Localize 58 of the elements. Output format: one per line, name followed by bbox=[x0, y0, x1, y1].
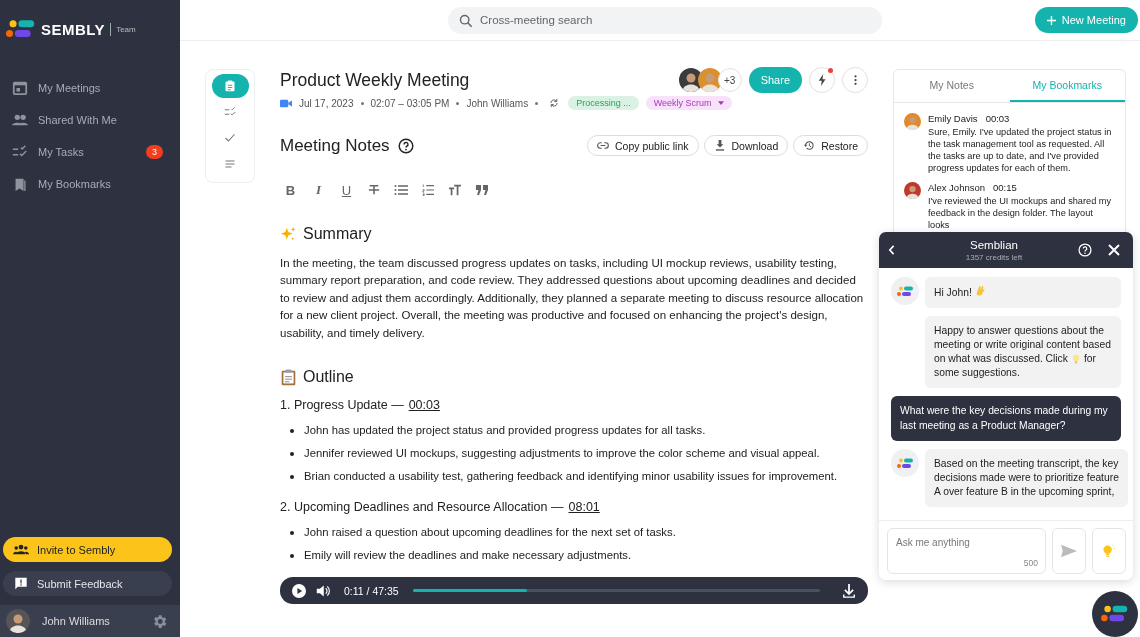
meeting-date: Jul 17, 2023 bbox=[299, 97, 354, 109]
message-text: meeting or write original content based bbox=[934, 338, 1111, 352]
meeting-title: Product Weekly Meeting bbox=[280, 69, 470, 91]
playback-time: 0:11 / 47:35 bbox=[344, 584, 399, 597]
summary-text: In the meeting, the team discussed progress updates on tasks, including UI mockup reviews, usability testing, summary report preparation, and code review. They addressed questions about upcoming deadlines and decided to review and adjust them accordingly. Additionally, they planned a separate meeting to discuss resource allocation for a new client project. Overall, the meeting was productive and focused on enhancing the project's design, usability, and timely delivery. bbox=[280, 256, 865, 341]
brand-name: SEMBLY bbox=[41, 22, 112, 36]
tag-dropdown[interactable]: Weekly Scrum bbox=[645, 96, 732, 110]
bullet-point: Emily will review the deadlines and make necessary adjustments. bbox=[290, 544, 868, 568]
meeting-time: 02:07 – 03:05 PM bbox=[370, 97, 450, 109]
speaker-name: Alex Johnson bbox=[928, 182, 986, 193]
panel-tab[interactable]: My Notes bbox=[894, 70, 1010, 102]
sidebar-item[interactable]: Shared With Me bbox=[0, 104, 180, 136]
participants-count[interactable]: +3 bbox=[717, 68, 742, 92]
sidebar-item[interactable]: My Tasks 3 bbox=[0, 136, 180, 168]
user-name: John Williams bbox=[42, 615, 111, 627]
character-limit: 500 bbox=[1023, 558, 1038, 568]
message-text: some suggestions. bbox=[934, 366, 1020, 380]
chat-title: Semblian bbox=[970, 238, 1018, 251]
notes-action-button[interactable]: Restore bbox=[793, 135, 868, 156]
plan-label: Team bbox=[116, 24, 136, 34]
search-field[interactable]: Cross-meeting search bbox=[448, 6, 882, 34]
meeting-owner: John Williams bbox=[466, 97, 529, 109]
credits-label: 1357 credits left bbox=[965, 252, 1023, 262]
message-text: decisions made were to prioritize feature bbox=[934, 471, 1119, 485]
bold-button[interactable]: B bbox=[283, 182, 298, 198]
count-badge: 3 bbox=[146, 145, 163, 159]
bullet-point: Brian conducted a usability test, gathering feedback and identifying minor usability issues for improvement. bbox=[290, 465, 868, 489]
bookmark-time[interactable]: 00:15 bbox=[993, 182, 1017, 193]
bullet-point: Jennifer reviewed UI mockups, suggesting adjustments to improve the color scheme and visual appeal. bbox=[290, 442, 868, 466]
underline-button[interactable]: U bbox=[339, 182, 354, 198]
section-heading: 2. Upcoming Deadlines and Resource Allocation — bbox=[280, 500, 564, 515]
italic-button[interactable]: I bbox=[311, 182, 326, 198]
timestamp-link[interactable]: 00:03 bbox=[408, 398, 440, 413]
message-text: Happy to answer questions about the bbox=[934, 324, 1104, 338]
notes-title: Meeting Notes bbox=[280, 135, 390, 156]
section-heading: 1. Progress Update — bbox=[280, 398, 404, 413]
notes-action-button[interactable]: Download bbox=[703, 135, 789, 156]
message-text: Based on the meeting transcript, the key bbox=[934, 457, 1119, 471]
sidebar-item[interactable]: My Meetings bbox=[0, 72, 180, 104]
message-text: on what was discussed. Click bbox=[934, 352, 1068, 366]
bookmark-text: Sure, Emily. I've updated the project status in the task management tool as requested. All the tasks are up to date, and I've provided progress updates for each of them. bbox=[928, 126, 1113, 174]
message-text: Hi John! bbox=[934, 287, 972, 298]
bullet-point: John has updated the project status and provided progress updates for all tasks. bbox=[290, 419, 868, 443]
status-chip: Processing ... bbox=[568, 96, 639, 110]
summary-heading: Summary bbox=[303, 225, 372, 243]
user-message: What were the key decisions made during my last meeting as a Product Manager? bbox=[891, 396, 1121, 441]
timestamp-link[interactable]: 08:01 bbox=[568, 500, 600, 515]
feedback-button[interactable]: Submit Feedback bbox=[3, 571, 172, 596]
speaker-name: Emily Davis bbox=[928, 113, 978, 124]
bookmark-time[interactable]: 00:03 bbox=[985, 113, 1010, 124]
sidebar-item[interactable]: My Bookmarks bbox=[0, 168, 180, 200]
bullet-point: John raised a question about upcoming deadlines for the next set of tasks. bbox=[290, 521, 868, 545]
invite-button[interactable]: Invite to Sembly bbox=[3, 537, 172, 562]
bookmark-text: I've reviewed the UI mockups and shared my feedback in the design folder. The layout looks bbox=[928, 195, 1113, 231]
notes-action-button[interactable]: Copy public link bbox=[587, 135, 699, 156]
message-text: for bbox=[1083, 352, 1096, 366]
outline-heading: Outline bbox=[303, 368, 354, 387]
message-text: A over feature B in the upcoming sprint, bbox=[934, 485, 1115, 499]
